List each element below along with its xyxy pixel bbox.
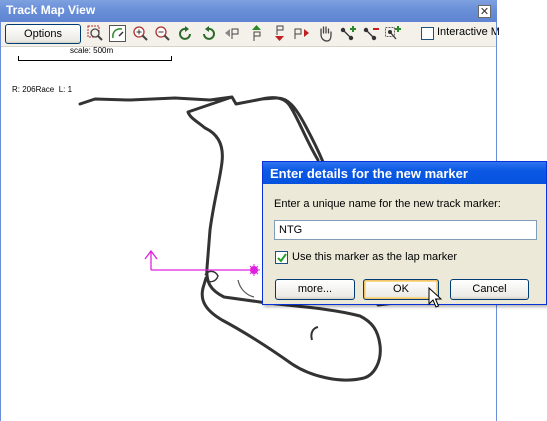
window-border-left (0, 22, 1, 421)
new-marker-icon (248, 264, 260, 276)
dialog-prompt: Enter a unique name for the new track ma… (274, 198, 501, 210)
dialog-title-bar[interactable]: Enter details for the new marker (263, 162, 546, 184)
mouse-cursor-icon (428, 287, 442, 308)
cancel-button[interactable]: Cancel (450, 279, 529, 300)
marker-name-input[interactable] (274, 220, 537, 240)
new-marker-dialog: Enter details for the new marker Enter a… (262, 161, 547, 305)
lap-marker-label[interactable]: Use this marker as the lap marker (292, 251, 457, 263)
track-pit-spur (310, 326, 319, 341)
lap-marker-checkbox[interactable] (275, 251, 288, 264)
dialog-title: Enter details for the new marker (270, 166, 468, 181)
more-button[interactable]: more... (275, 279, 355, 300)
check-icon (277, 253, 287, 263)
track-hairpin-loop (237, 279, 255, 298)
